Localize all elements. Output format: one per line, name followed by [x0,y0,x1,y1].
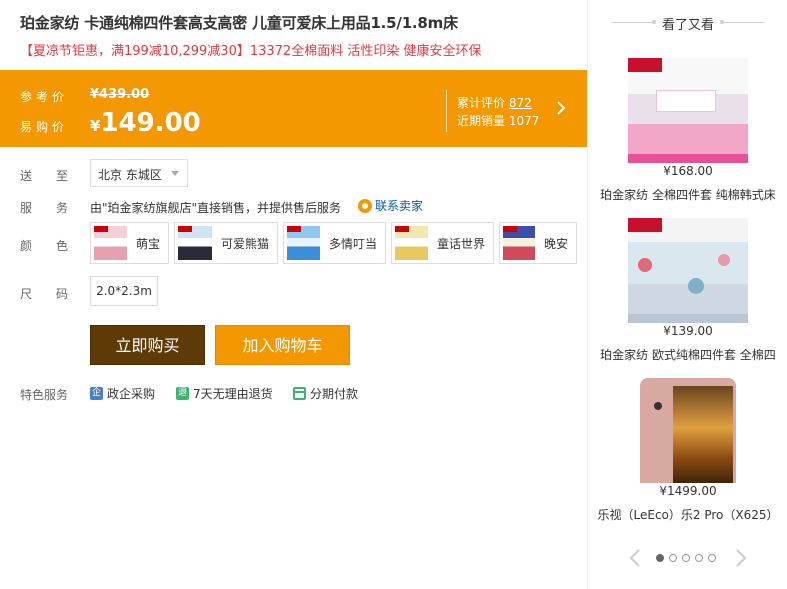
service-label: 服务 [20,201,93,215]
color-option-label: 童话世界 [436,236,485,251]
location-select[interactable]: 北京 东城区 [90,159,188,187]
ref-price-value: ¥439.00 [90,87,150,102]
government-purchase-icon: 企 [90,387,103,400]
chevron-right-icon[interactable] [734,548,748,568]
chevron-right-icon[interactable] [555,100,567,116]
color-option-4[interactable]: 晚安 [499,222,577,264]
feature-label: 政企采购 [107,387,156,401]
price-bar: 参考价 ¥439.00 易购价 ¥149.00 累计评价 872 近期销量 10… [0,70,587,147]
color-label: 颜色 [20,239,93,253]
delivery-label: 送至 [20,169,93,183]
sales-count: 1077 [508,114,540,128]
color-option-1[interactable]: 可爱熊猫 [174,222,278,264]
sales-stats[interactable]: 累计评价 872 近期销量 1077 [457,94,539,130]
buy-now-button[interactable]: 立即购买 [90,325,205,365]
recommend-name[interactable]: 珀金家纺 欧式纯棉四件套 全棉四 [588,346,787,363]
product-thumbnail[interactable] [628,218,748,338]
size-label: 尺码 [20,287,93,301]
color-option-label: 可爱熊猫 [220,236,269,251]
pager-dot-5[interactable] [708,554,716,562]
features-label: 特色服务 [20,388,69,402]
add-to-cart-button[interactable]: 加入购物车 [215,325,350,365]
product-info-panel: 珀金家纺 卡通纯棉四件套高支高密 儿童可爱床上用品1.5/1.8m床 【夏凉节钜… [0,0,587,589]
buy-price-label: 易购价 [20,120,69,134]
color-option-label: 晚安 [543,236,568,251]
dropdown-arrow-icon [171,171,179,176]
color-thumb [395,226,428,260]
currency-symbol: ¥ [90,117,101,135]
pager-dot-2[interactable] [669,554,677,562]
feature-label: 7天无理由退货 [193,387,273,401]
contact-seller-label: 联系卖家 [375,199,424,213]
feature-item-0[interactable]: 企 政企采购 [90,385,155,402]
pager-dot-3[interactable] [682,554,690,562]
card-icon [293,387,306,400]
pager-dot-1[interactable] [656,554,664,562]
buy-price: ¥149.00 [90,108,201,138]
header-line-right [724,22,764,23]
reviews-label: 累计评价 [457,96,506,110]
sidebar-header: 看了又看 [588,0,787,40]
product-title: 珀金家纺 卡通纯棉四件套高支高密 儿童可爱床上用品1.5/1.8m床 [20,14,458,32]
sidebar-title: 看了又看 [661,18,714,33]
return-icon: 退 [176,387,189,400]
feature-item-1[interactable]: 退 7天无理由退货 [176,385,273,402]
price-divider [446,90,447,132]
location-value: 北京 东城区 [98,168,162,182]
color-thumb [287,226,320,260]
recommend-price: ¥1499.00 [628,483,748,499]
sidebar-pager [588,548,787,568]
product-thumbnail[interactable] [628,58,748,178]
ref-price-label: 参考价 [20,90,69,104]
contact-seller-link[interactable]: 联系卖家 [358,197,423,214]
recommend-sidebar: 看了又看 ¥168.00 珀金家纺 全棉四件套 纯棉韩式床 ¥139.00 珀金… [587,0,787,589]
chat-icon [358,198,372,213]
recommend-price: ¥168.00 [628,163,748,179]
recommend-name[interactable]: 乐视（LeEco）乐2 Pro（X625） [588,506,787,523]
color-thumb [94,226,127,260]
promo-text: 【夏凉节钜惠，满199减10,299减30】13372全棉面料 活性印染 健康安… [20,44,482,59]
chevron-left-icon[interactable] [628,548,642,568]
feature-item-2[interactable]: 分期付款 [293,385,358,402]
color-option-0[interactable]: 萌宝 [90,222,169,264]
color-option-3[interactable]: 童话世界 [391,222,494,264]
sales-label: 近期销量 [457,114,506,128]
service-text: 由"珀金家纺旗舰店"直接销售，并提供售后服务 [90,201,342,215]
feature-label: 分期付款 [310,387,359,401]
color-thumb [503,226,535,260]
size-option-0[interactable]: 2.0*2.3m [90,276,158,306]
color-option-label: 多情叮当 [328,236,377,251]
recommend-name[interactable]: 珀金家纺 全棉四件套 纯棉韩式床 [588,186,787,203]
color-option-2[interactable]: 多情叮当 [283,222,386,264]
product-thumbnail[interactable] [628,378,748,498]
buy-price-value: 149.00 [100,108,201,138]
recommend-price: ¥139.00 [628,323,748,339]
reviews-count-link[interactable]: 872 [509,96,532,110]
color-thumb [178,226,212,260]
pager-dot-4[interactable] [695,554,703,562]
color-option-label: 萌宝 [135,236,160,251]
